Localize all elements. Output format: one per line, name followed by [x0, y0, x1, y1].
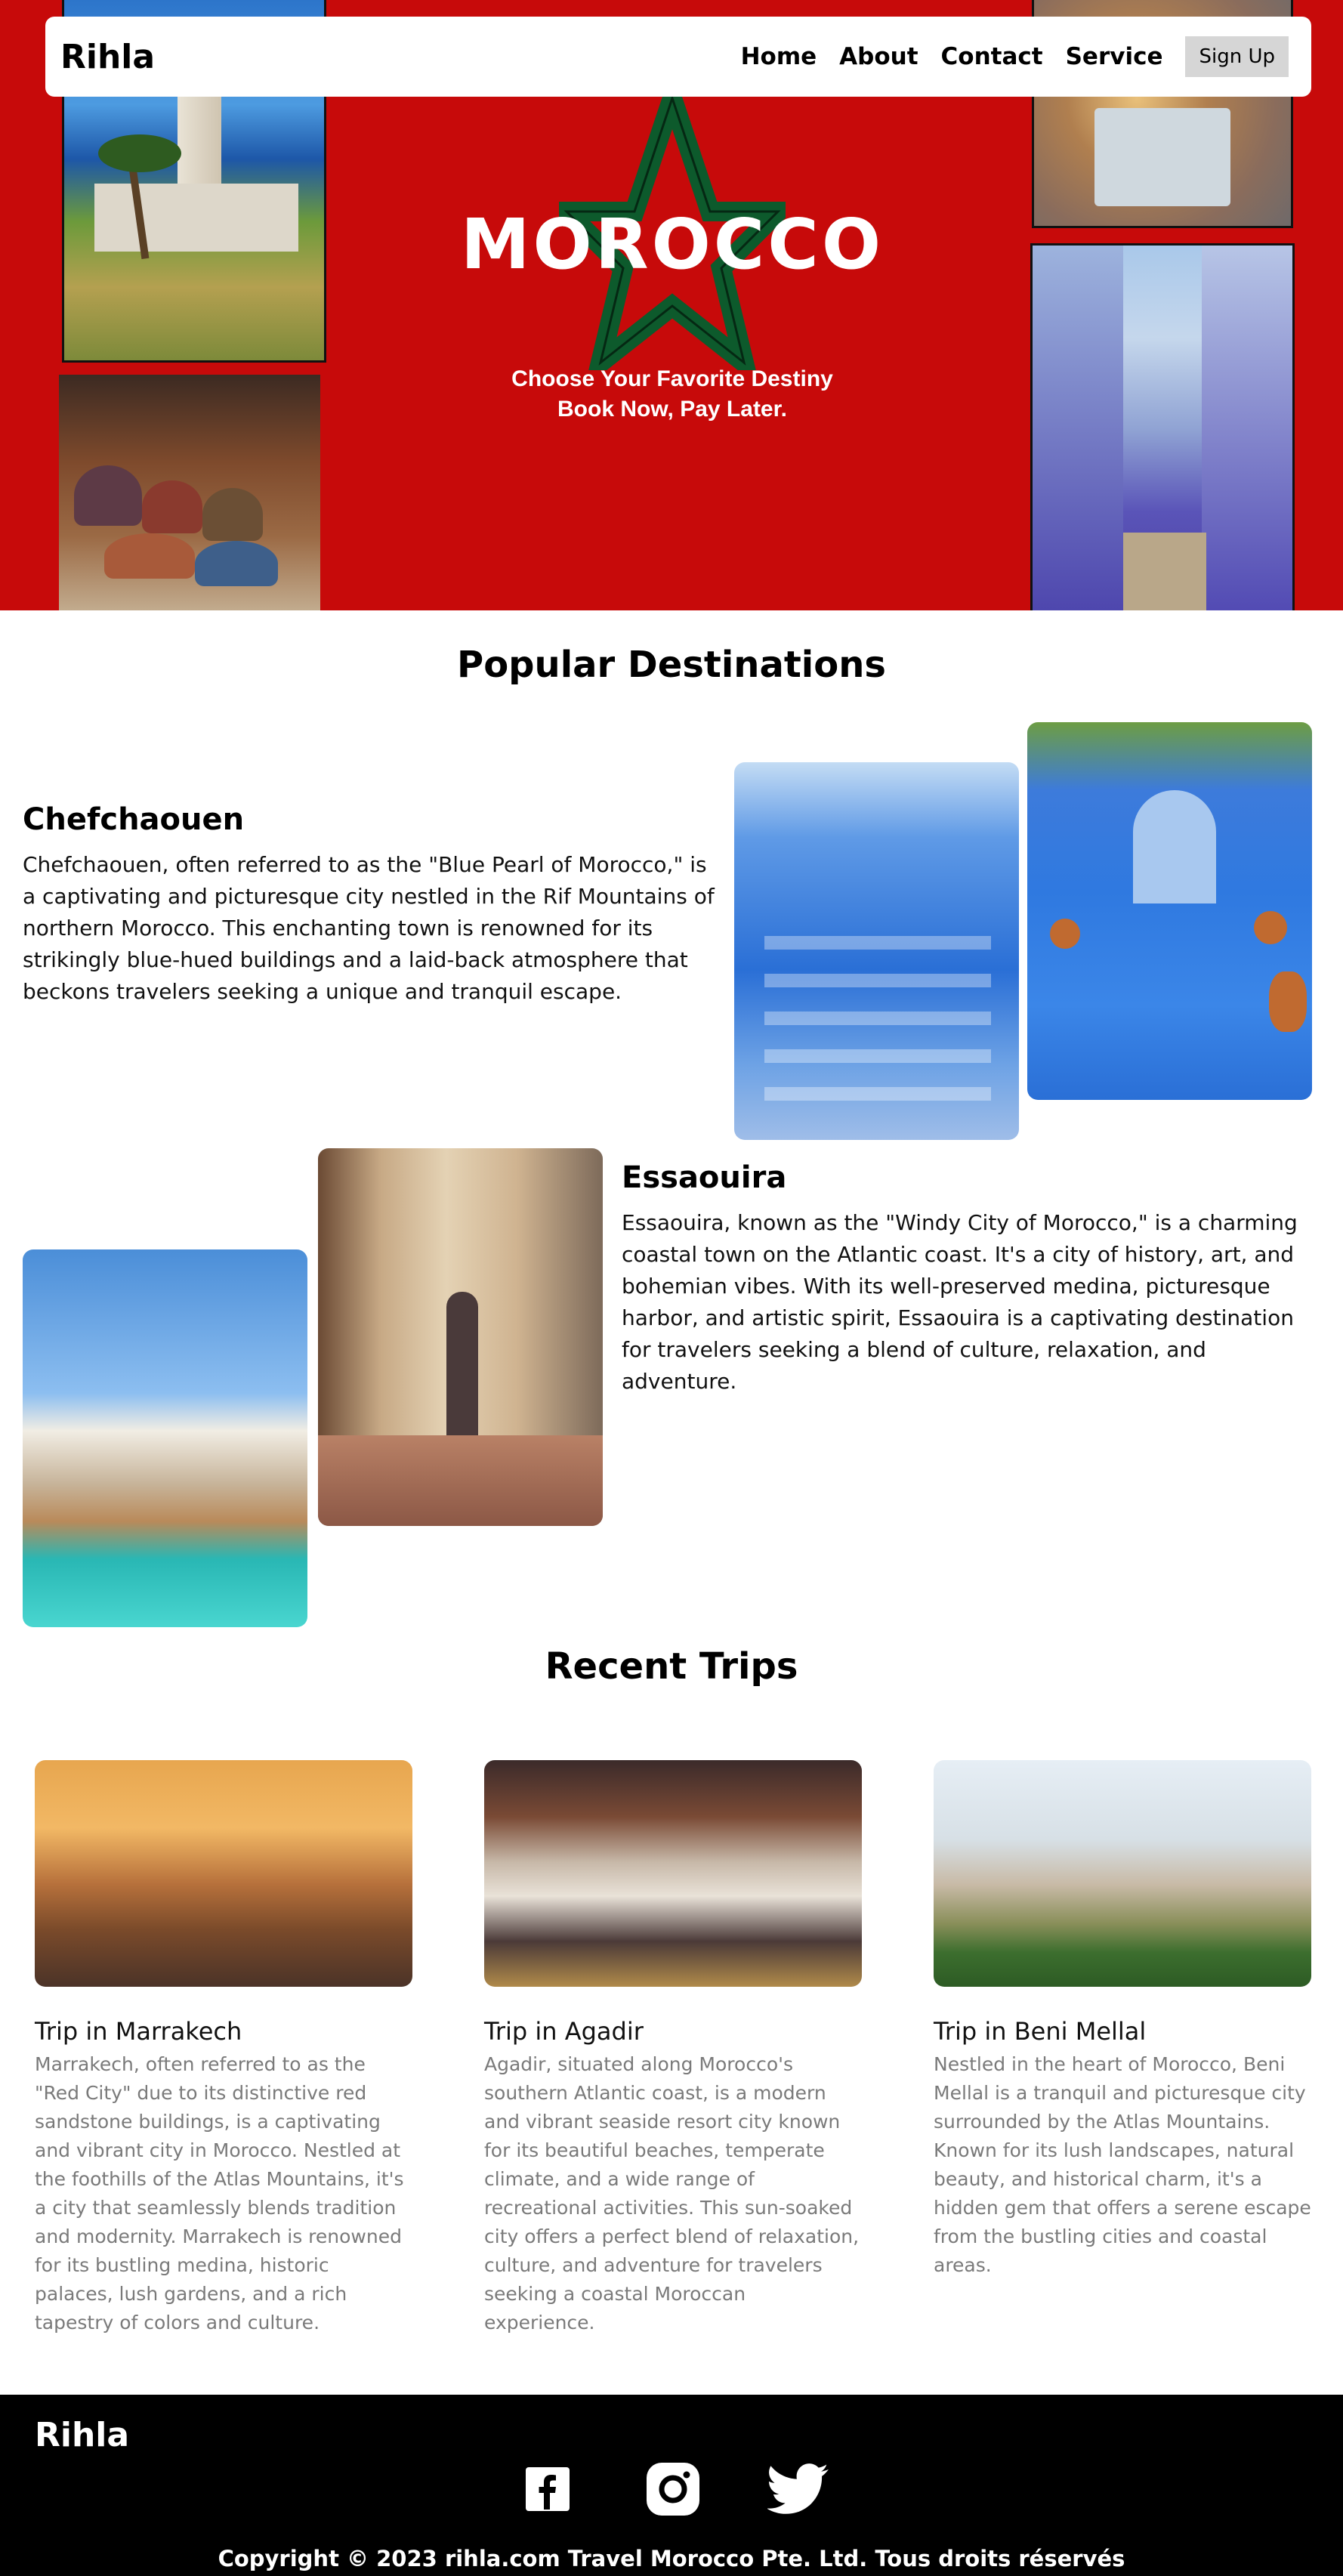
destination-description: Essaouira, known as the "Windy City of M…: [622, 1210, 1298, 1394]
trip-card[interactable]: Trip in Beni Mellal Nestled in the heart…: [934, 1760, 1311, 2280]
popular-heading: Popular Destinations: [457, 644, 886, 686]
hero-section: MOROCCO Choose Your Favorite Destiny Boo…: [0, 0, 1343, 610]
trip-description: Nestled in the heart of Morocco, Beni Me…: [934, 2053, 1311, 2276]
site-logo[interactable]: Rihla: [60, 38, 155, 76]
copyright-text: Copyright © 2023 rihla.com Travel Morocc…: [218, 2546, 1125, 2571]
essaouira-street-photo: [318, 1148, 603, 1526]
nav-home[interactable]: Home: [741, 43, 817, 70]
trip-description: Marrakech, often referred to as the "Red…: [35, 2053, 404, 2334]
chefchaouen-stairs-photo: [734, 762, 1019, 1140]
nav-about[interactable]: About: [839, 43, 918, 70]
footer-logo[interactable]: Rihla: [35, 2416, 129, 2454]
trip-description: Agadir, situated along Morocco's souther…: [484, 2053, 860, 2334]
hero-subtitle: Choose Your Favorite Destiny Book Now, P…: [408, 364, 937, 425]
hero-title: MOROCCO: [460, 204, 885, 285]
hero-subtitle-line1: Choose Your Favorite Destiny: [511, 366, 833, 391]
footer: Rihla Copyright © 2023 rihla.com Travel …: [0, 2395, 1343, 2576]
nav-links: Home About Contact Service Sign Up: [741, 36, 1289, 77]
twitter-icon[interactable]: [767, 2458, 829, 2520]
blue-alley-photo: [1030, 243, 1295, 610]
signup-button[interactable]: Sign Up: [1185, 36, 1289, 77]
trip-card[interactable]: Trip in Agadir Agadir, situated along Mo…: [484, 1760, 862, 2337]
destination-name: Chefchaouen: [23, 802, 245, 837]
trip-card[interactable]: Trip in Marrakech Marrakech, often refer…: [35, 1760, 412, 2337]
trip-title: Trip in Agadir: [484, 2017, 644, 2046]
hero-center: MOROCCO Choose Your Favorite Destiny Boo…: [408, 91, 937, 438]
nav-service[interactable]: Service: [1066, 43, 1163, 70]
destination-description: Chefchaouen, often referred to as the "B…: [23, 852, 715, 1004]
instagram-icon[interactable]: [642, 2458, 704, 2520]
nav-contact[interactable]: Contact: [941, 43, 1043, 70]
marrakech-photo: [35, 1760, 412, 1987]
hero-subtitle-line2: Book Now, Pay Later.: [557, 397, 787, 422]
navbar: Rihla Home About Contact Service Sign Up: [45, 17, 1311, 97]
beni-mellal-photo: [934, 1760, 1311, 1987]
essaouira-coast-photo: [23, 1249, 307, 1627]
pottery-photo: [59, 375, 320, 610]
trip-title: Trip in Marrakech: [35, 2017, 242, 2046]
facebook-icon[interactable]: [517, 2458, 579, 2520]
trip-title: Trip in Beni Mellal: [934, 2017, 1147, 2046]
chefchaouen-courtyard-photo: [1027, 722, 1312, 1100]
destination-name: Essaouira: [622, 1160, 787, 1195]
social-links: [517, 2458, 829, 2520]
recent-heading: Recent Trips: [545, 1645, 798, 1688]
agadir-photo: [484, 1760, 862, 1987]
